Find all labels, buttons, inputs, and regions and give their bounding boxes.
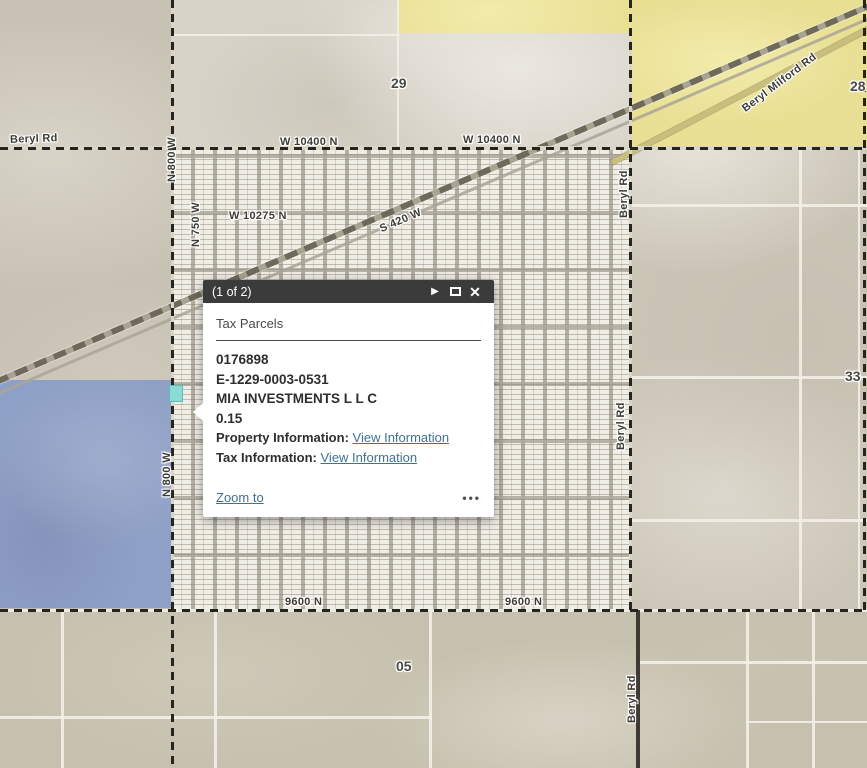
gridline: [172, 34, 400, 36]
road-label-n750w: N 750 W: [190, 202, 202, 247]
tax-information-row: Tax Information: View Information: [216, 448, 481, 468]
feature-popup: (1 of 2) ▶ ✕ Tax Parcels 0176898 E-1229-…: [203, 280, 494, 517]
dock-icon: [450, 287, 461, 296]
section-label-33: 33: [845, 368, 861, 384]
selected-parcel-highlight: [169, 385, 183, 402]
close-icon: ✕: [469, 285, 481, 299]
parcel-fields: 0176898 E-1229-0003-0531 MIA INVESTMENTS…: [216, 350, 481, 428]
parcel-overlay-blue-west: [0, 380, 172, 608]
road-label-9600n-west: 9600 N: [285, 596, 322, 608]
gridline: [630, 519, 867, 522]
popup-dock-button[interactable]: [445, 280, 465, 303]
road-label-9600n-east: 9600 N: [505, 596, 542, 608]
popup-footer: Zoom to •••: [216, 490, 481, 505]
gridline: [640, 661, 867, 664]
popup-menu-button[interactable]: •••: [462, 491, 481, 505]
popup-header: (1 of 2) ▶ ✕: [203, 280, 494, 303]
popup-leader-arrow: [193, 403, 203, 421]
boundary-dashed-9600n: [0, 609, 867, 612]
parcel-overlay-yellow-top: [398, 0, 630, 33]
popup-close-button[interactable]: ✕: [465, 280, 485, 303]
parcel-acreage: 0.15: [216, 409, 481, 429]
popup-pager: (1 of 2): [212, 285, 425, 299]
gridline: [0, 716, 432, 719]
popup-next-feature-button[interactable]: ▶: [425, 280, 445, 303]
parcel-account-number: 0176898: [216, 350, 481, 370]
section-label-05: 05: [396, 658, 412, 674]
tax-information-label: Tax Information:: [216, 450, 317, 465]
gridline: [630, 376, 867, 379]
property-information-link[interactable]: View Information: [353, 430, 450, 445]
road-label-n800w-north: N 800 W: [166, 137, 178, 182]
gridline: [746, 610, 749, 768]
road-label-n800w-south: N 800 W: [161, 452, 173, 497]
section-label-29: 29: [391, 75, 407, 91]
map-canvas[interactable]: 29 W 10400 N W 10400 N Beryl Rd Beryl Mi…: [0, 0, 867, 768]
gridline: [429, 610, 432, 768]
popup-body: Tax Parcels 0176898 E-1229-0003-0531 MIA…: [203, 303, 494, 517]
aerial-region-south: [0, 610, 867, 768]
road-label-beryl-rd-east-north: Beryl Rd: [618, 170, 630, 218]
gridline: [61, 610, 64, 768]
gridline: [630, 204, 867, 207]
gridline: [799, 149, 802, 610]
road-label-beryl-rd-east-mid: Beryl Rd: [615, 402, 627, 450]
property-information-row: Property Information: View Information: [216, 428, 481, 448]
gridline: [812, 610, 815, 768]
zoom-to-link[interactable]: Zoom to: [216, 490, 264, 505]
road-label-beryl-rd-south: Beryl Rd: [626, 675, 638, 723]
section-label-28: 28: [850, 78, 866, 94]
boundary-dashed-yellow-bottom: [630, 147, 867, 150]
tax-information-link[interactable]: View Information: [321, 450, 418, 465]
road-label-w10400n-west: W 10400 N: [280, 136, 338, 148]
property-information-label: Property Information:: [216, 430, 349, 445]
boundary-dashed-beryl-east: [629, 0, 632, 610]
boundary-dashed-n800w: [171, 0, 174, 768]
road-label-w10400n-east: W 10400 N: [463, 134, 521, 146]
gridline: [214, 610, 217, 768]
play-icon: ▶: [431, 287, 439, 297]
road-label-beryl-rd-west: Beryl Rd: [10, 132, 58, 146]
popup-title: Tax Parcels: [216, 313, 481, 341]
gridline: [397, 0, 399, 148]
parcel-id: E-1229-0003-0531: [216, 370, 481, 390]
road-label-w10275n: W 10275 N: [229, 210, 287, 222]
parcel-owner: MIA INVESTMENTS L L C: [216, 389, 481, 409]
gridline: [746, 721, 867, 723]
